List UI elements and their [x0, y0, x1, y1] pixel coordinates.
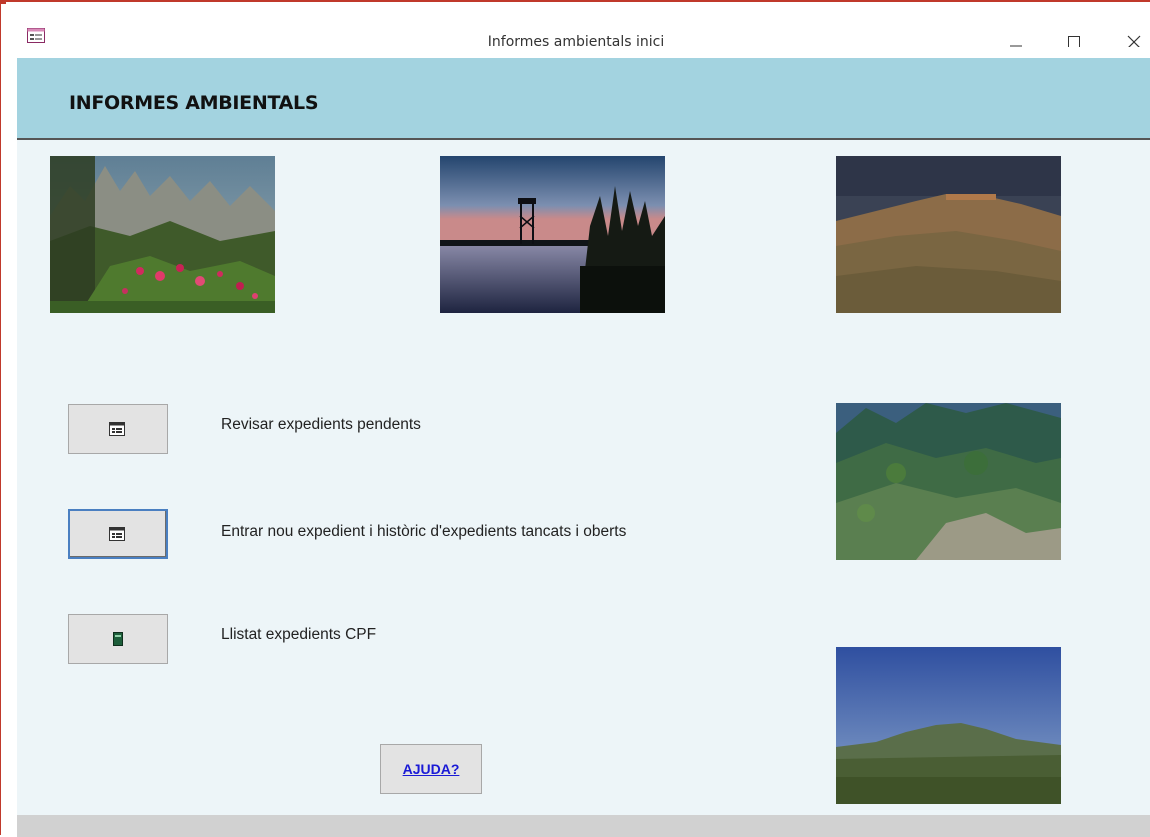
maximize-icon — [1068, 36, 1080, 47]
distant-mountain-photo — [836, 647, 1061, 804]
minimize-icon — [1010, 45, 1022, 47]
app-window: Informes ambientals inici INFORMES AMBIE… — [0, 0, 1150, 837]
maximize-button[interactable] — [1051, 24, 1097, 54]
cpf-list-label: Llistat expedients CPF — [221, 626, 377, 643]
form-icon — [109, 527, 125, 546]
review-pending-label: Revisar expedients pendents — [221, 416, 421, 433]
rocky-hill-photo — [836, 156, 1061, 313]
cpf-list-button[interactable] — [68, 614, 168, 664]
form-header: INFORMES AMBIENTALS — [17, 58, 1150, 140]
close-icon — [1127, 35, 1141, 47]
report-book-icon — [113, 632, 123, 651]
green-hillside-photo — [836, 403, 1061, 560]
mountain-flowers-photo — [50, 156, 275, 313]
title-bar[interactable]: Informes ambientals inici — [1, 4, 1150, 58]
form-icon — [109, 422, 125, 441]
close-button[interactable] — [1111, 24, 1150, 54]
form-footer — [17, 815, 1150, 837]
minimize-button[interactable] — [993, 24, 1039, 54]
lake-tower-sunset-photo — [440, 156, 665, 313]
window-title: Informes ambientals inici — [487, 34, 665, 50]
review-pending-button[interactable] — [68, 404, 168, 454]
help-button[interactable]: AJUDA? — [380, 744, 482, 794]
new-record-history-label: Entrar nou expedient i històric d'expedi… — [221, 523, 627, 540]
help-link[interactable]: AJUDA? — [403, 761, 460, 777]
new-record-history-button[interactable] — [68, 509, 168, 559]
page-title: INFORMES AMBIENTALS — [69, 92, 319, 114]
